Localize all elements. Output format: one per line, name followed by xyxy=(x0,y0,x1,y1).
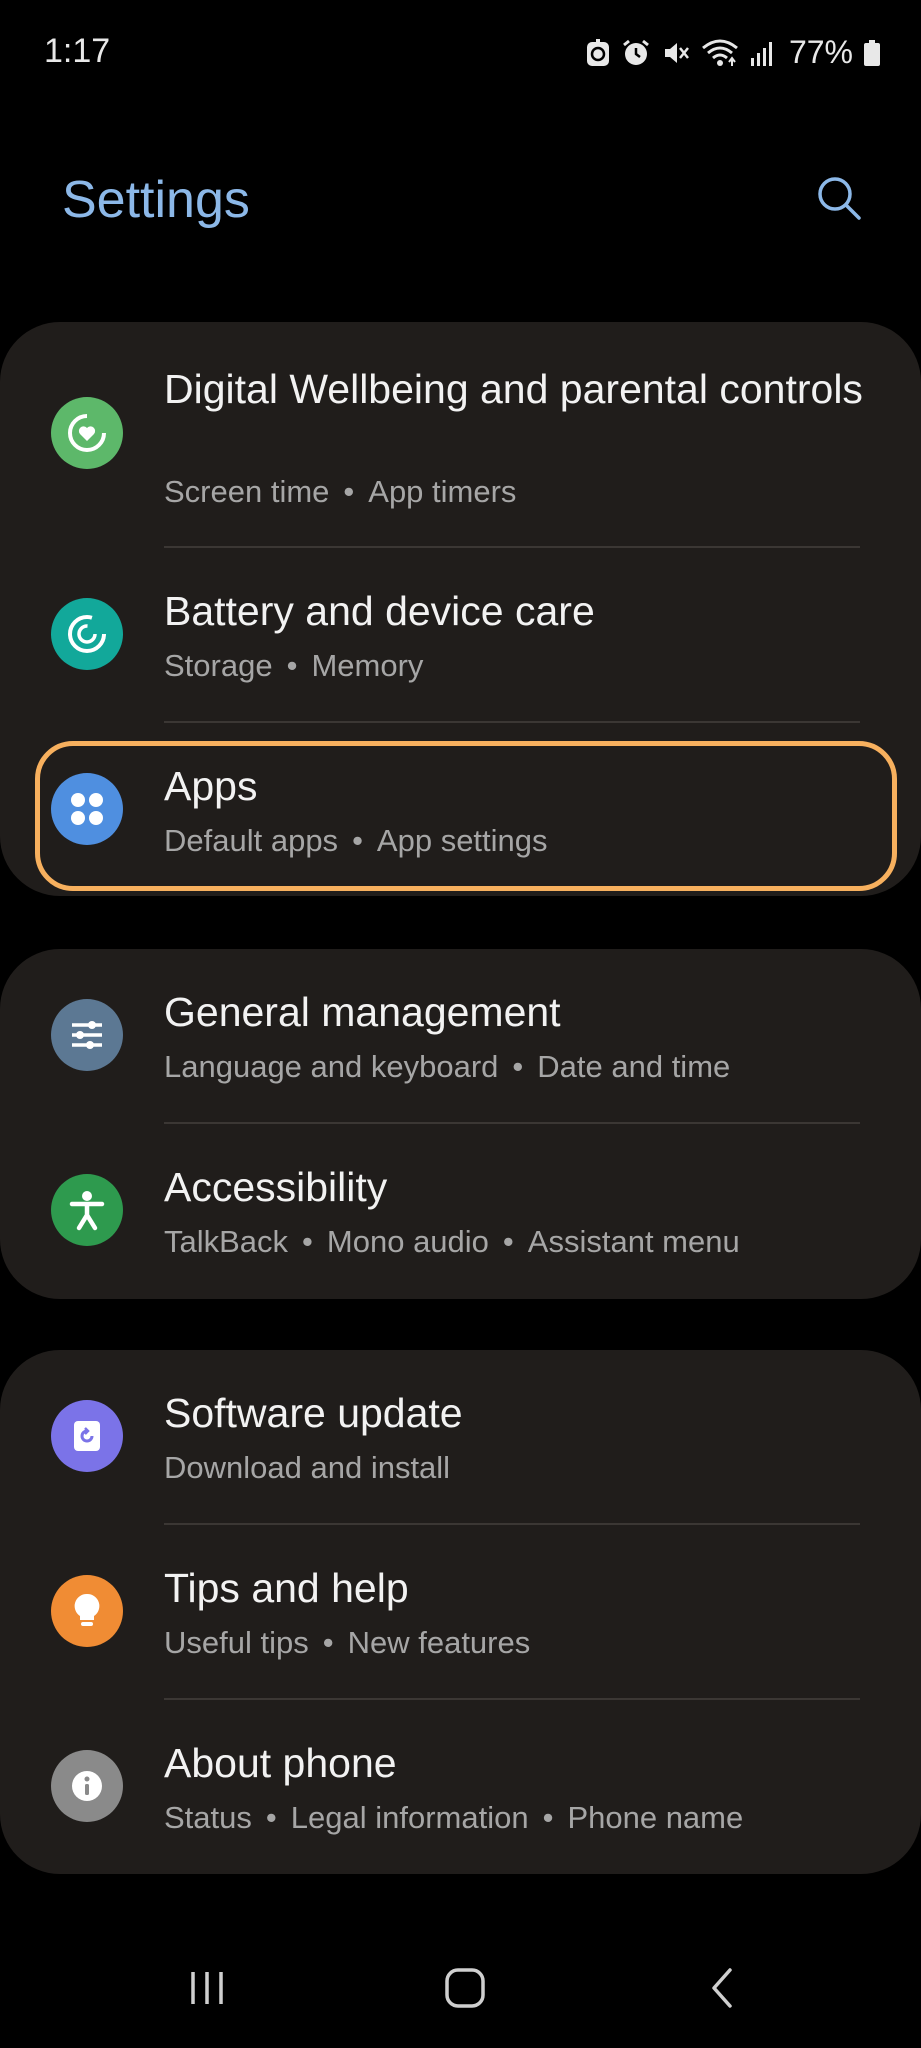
subtitle-part: Mono audio xyxy=(326,1224,489,1259)
subtitle-part: Storage xyxy=(164,648,273,683)
search-button[interactable] xyxy=(807,168,871,232)
setting-item-accessibility[interactable]: Accessibility TalkBack • Mono audio • Assist… xyxy=(0,1124,921,1296)
navigation-bar xyxy=(0,1940,921,2048)
subtitle-part: Useful tips xyxy=(164,1625,309,1660)
general-management-icon xyxy=(51,999,123,1071)
setting-item-battery-device-care[interactable]: Battery and device care Storage • Memory xyxy=(0,548,921,720)
setting-item-software-update[interactable]: Software update Download and install xyxy=(0,1350,921,1522)
page-title: Settings xyxy=(62,171,250,229)
status-time: 1:17 xyxy=(44,32,111,70)
subtitle-part: Memory xyxy=(311,648,424,683)
home-icon xyxy=(443,1966,487,2015)
wifi-icon xyxy=(701,38,739,68)
battery-percent: 77% xyxy=(788,34,853,70)
accessibility-icon xyxy=(51,1174,123,1246)
status-bar: 1:17 77% xyxy=(0,0,921,110)
battery-icon xyxy=(863,38,881,68)
back-icon xyxy=(700,1966,744,2015)
alarm-icon xyxy=(621,38,651,68)
item-title: About phone xyxy=(164,1740,397,1786)
data-saver-icon xyxy=(585,38,611,68)
item-title: Battery and device care xyxy=(164,588,595,634)
item-subtitle: Storage • Memory xyxy=(164,648,424,683)
home-button[interactable] xyxy=(425,1960,505,2020)
subtitle-part: Date and time xyxy=(537,1049,731,1084)
subtitle-part: Language and keyboard xyxy=(164,1049,499,1084)
device-care-icon xyxy=(51,598,123,670)
settings-group-2: General management Language and keyboard… xyxy=(0,949,921,1299)
setting-item-tips-help[interactable]: Tips and help Useful tips • New features xyxy=(0,1525,921,1697)
back-button[interactable] xyxy=(682,1960,762,2020)
subtitle-part: Screen time xyxy=(164,474,330,509)
subtitle-part: TalkBack xyxy=(164,1224,289,1259)
search-icon xyxy=(814,173,864,228)
item-subtitle: TalkBack • Mono audio • Assistant menu xyxy=(164,1224,740,1259)
item-title: General management xyxy=(164,989,561,1035)
setting-item-general-management[interactable]: General management Language and keyboard… xyxy=(0,949,921,1121)
signal-icon xyxy=(749,38,777,68)
subtitle-part: Download and install xyxy=(164,1450,451,1485)
item-subtitle: Language and keyboard • Date and time xyxy=(164,1049,731,1084)
software-update-icon xyxy=(51,1400,123,1472)
apps-highlight-outline xyxy=(35,741,897,891)
lightbulb-icon xyxy=(51,1575,123,1647)
subtitle-part: Status xyxy=(164,1800,252,1835)
item-subtitle: Download and install xyxy=(164,1450,450,1486)
status-icons: 77% xyxy=(585,34,881,71)
item-subtitle: Status • Legal information • Phone name xyxy=(164,1800,744,1835)
item-subtitle: Useful tips • New features xyxy=(164,1625,531,1660)
item-title: Tips and help xyxy=(164,1565,409,1611)
recent-apps-button[interactable] xyxy=(167,1960,247,2020)
wellbeing-icon xyxy=(51,397,123,469)
setting-item-about-phone[interactable]: About phone Status • Legal information • Pho… xyxy=(0,1700,921,1872)
item-title: Software update xyxy=(164,1390,463,1436)
settings-group-3: Software update Download and install Tip… xyxy=(0,1350,921,1874)
item-subtitle: Screen time • App timers xyxy=(164,474,517,509)
setting-item-digital-wellbeing[interactable]: Digital Wellbeing and parental controls … xyxy=(0,322,921,544)
subtitle-part: Phone name xyxy=(567,1800,744,1835)
subtitle-part: Assistant menu xyxy=(527,1224,740,1259)
subtitle-part: App timers xyxy=(368,474,517,509)
item-title: Digital Wellbeing and parental controls xyxy=(164,366,863,412)
recent-apps-icon xyxy=(185,1966,229,2015)
subtitle-part: New features xyxy=(347,1625,531,1660)
item-title: Accessibility xyxy=(164,1164,388,1210)
info-icon xyxy=(51,1750,123,1822)
mute-icon xyxy=(661,38,691,68)
subtitle-part: Legal information xyxy=(290,1800,529,1835)
